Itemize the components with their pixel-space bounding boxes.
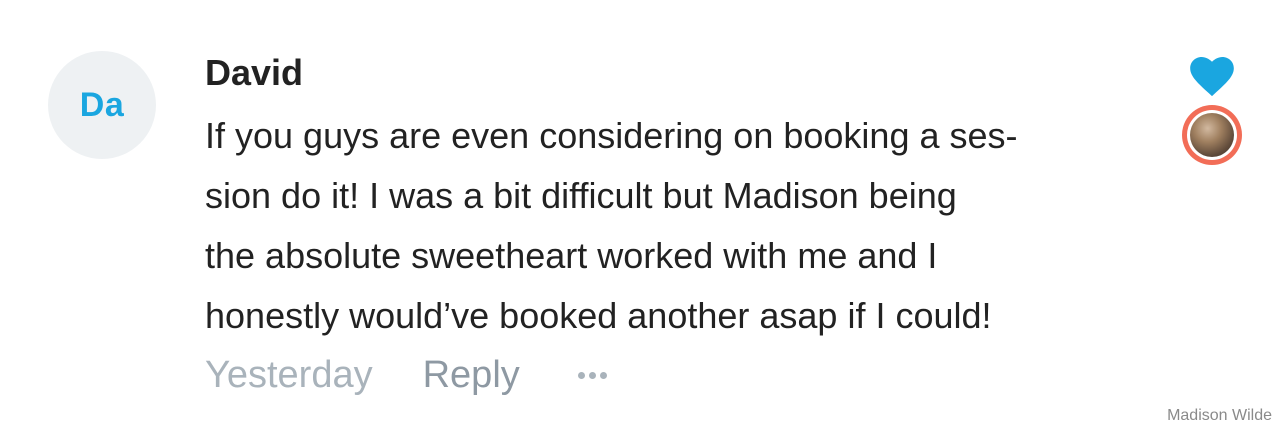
comment-body: If you guys are even considering on book… xyxy=(205,106,1155,346)
comment-body-line: If you guys are even considering on book… xyxy=(205,115,1018,156)
comment-body-line: sion do it! I was a bit difficult but Ma… xyxy=(205,175,957,216)
commenter-avatar[interactable]: Da xyxy=(48,51,156,159)
comment-body-line: the absolute sweetheart worked with me a… xyxy=(205,235,938,276)
ellipsis-icon[interactable] xyxy=(577,365,607,385)
ellipsis-dot xyxy=(588,371,596,379)
comment-author[interactable]: David xyxy=(205,51,303,95)
comment-meta: Yesterday Reply xyxy=(205,345,607,405)
comment-body-line: honestly would’ve booked another asap if… xyxy=(205,295,992,336)
comment-timestamp: Yesterday xyxy=(205,354,373,396)
watermark: Madison Wilde xyxy=(1167,407,1272,424)
reply-button[interactable]: Reply xyxy=(423,345,520,405)
liker-avatar-photo xyxy=(1190,113,1234,157)
heart-icon-svg xyxy=(1190,57,1234,97)
ellipsis-dot xyxy=(577,371,585,379)
liker-avatar-ring xyxy=(1187,110,1237,160)
avatar-initials: Da xyxy=(79,85,125,124)
heart-icon[interactable] xyxy=(1190,57,1234,97)
liker-avatar[interactable] xyxy=(1182,105,1242,165)
ellipsis-dot xyxy=(599,371,607,379)
